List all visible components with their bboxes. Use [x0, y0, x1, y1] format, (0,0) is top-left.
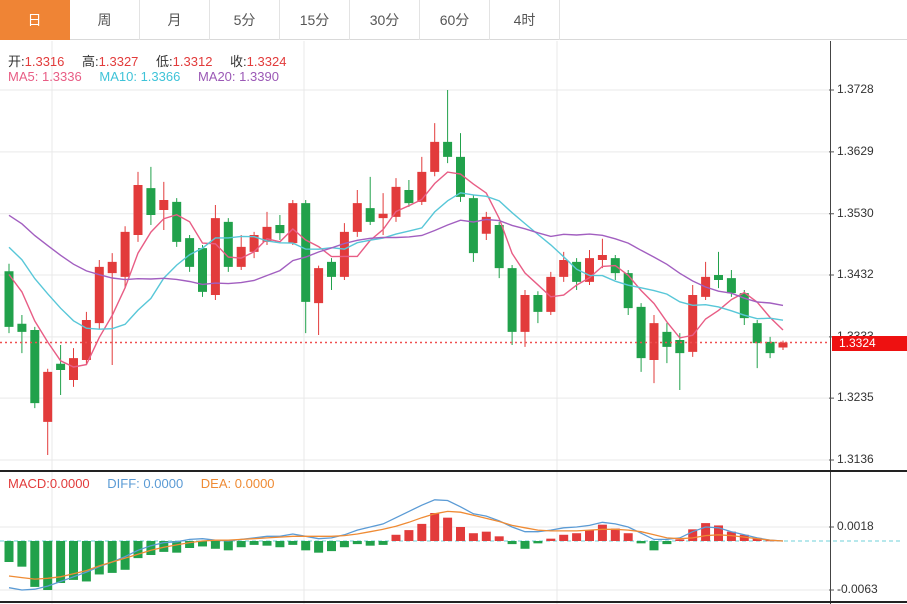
ma20-label: MA20: [198, 69, 236, 84]
trading-chart-window: 日 周 月 5分 15分 30分 60分 4时 开:1.3316 高:1.332… [0, 0, 907, 604]
open-value: 1.3316 [25, 54, 65, 69]
ma20-value: 1.3390 [239, 69, 279, 84]
bottom-border [0, 601, 907, 603]
macd-value: 0.0000 [50, 476, 90, 491]
tab-15min[interactable]: 15分 [280, 0, 350, 40]
low-label: 低: [156, 54, 173, 69]
diff-label: DIFF: [107, 476, 140, 491]
price-axis-label: 1.3629 [837, 144, 903, 159]
macd-readout: MACD:0.0000 DIFF: 0.0000 DEA: 0.0000 [8, 476, 289, 491]
candlestick-chart-canvas[interactable] [0, 41, 907, 472]
ohlc-readout: 开:1.3316 高:1.3327 低:1.3312 收:1.3324 [8, 51, 300, 70]
diff-value: 0.0000 [143, 476, 183, 491]
dea-label: DEA: [201, 476, 231, 491]
high-label: 高: [82, 54, 99, 69]
close-label: 收: [230, 54, 247, 69]
tab-month[interactable]: 月 [140, 0, 210, 40]
low-value: 1.3312 [173, 54, 213, 69]
price-axis-label: 1.3235 [837, 390, 903, 405]
macd-axis-label: 0.0018 [837, 519, 903, 534]
tab-5min[interactable]: 5分 [210, 0, 280, 40]
ma10-value: 1.3366 [141, 69, 181, 84]
dea-value: 0.0000 [235, 476, 275, 491]
tab-30min[interactable]: 30分 [350, 0, 420, 40]
price-axis-label: 1.3432 [837, 267, 903, 282]
tab-week[interactable]: 周 [70, 0, 140, 40]
macd-chart-canvas[interactable] [0, 472, 907, 604]
price-axis-label: 1.3530 [837, 206, 903, 221]
ma-readout: MA5: 1.3336 MA10: 1.3366 MA20: 1.3390 [8, 69, 293, 84]
macd-label: MACD: [8, 476, 50, 491]
close-value: 1.3324 [247, 54, 287, 69]
timeframe-tabbar: 日 周 月 5分 15分 30分 60分 4时 [0, 0, 907, 40]
open-label: 开: [8, 54, 25, 69]
high-value: 1.3327 [99, 54, 139, 69]
ma5-label: MA5: [8, 69, 38, 84]
macd-axis-label: -0.0063 [837, 582, 903, 597]
current-price-tag: 1.3324 [832, 336, 907, 351]
tab-day[interactable]: 日 [0, 0, 70, 40]
price-axis-label: 1.3728 [837, 82, 903, 97]
ma5-value: 1.3336 [42, 69, 82, 84]
tab-4hour[interactable]: 4时 [490, 0, 560, 40]
panel-divider [0, 470, 907, 472]
price-axis-label: 1.3136 [837, 452, 903, 467]
tab-60min[interactable]: 60分 [420, 0, 490, 40]
ma10-label: MA10: [99, 69, 137, 84]
